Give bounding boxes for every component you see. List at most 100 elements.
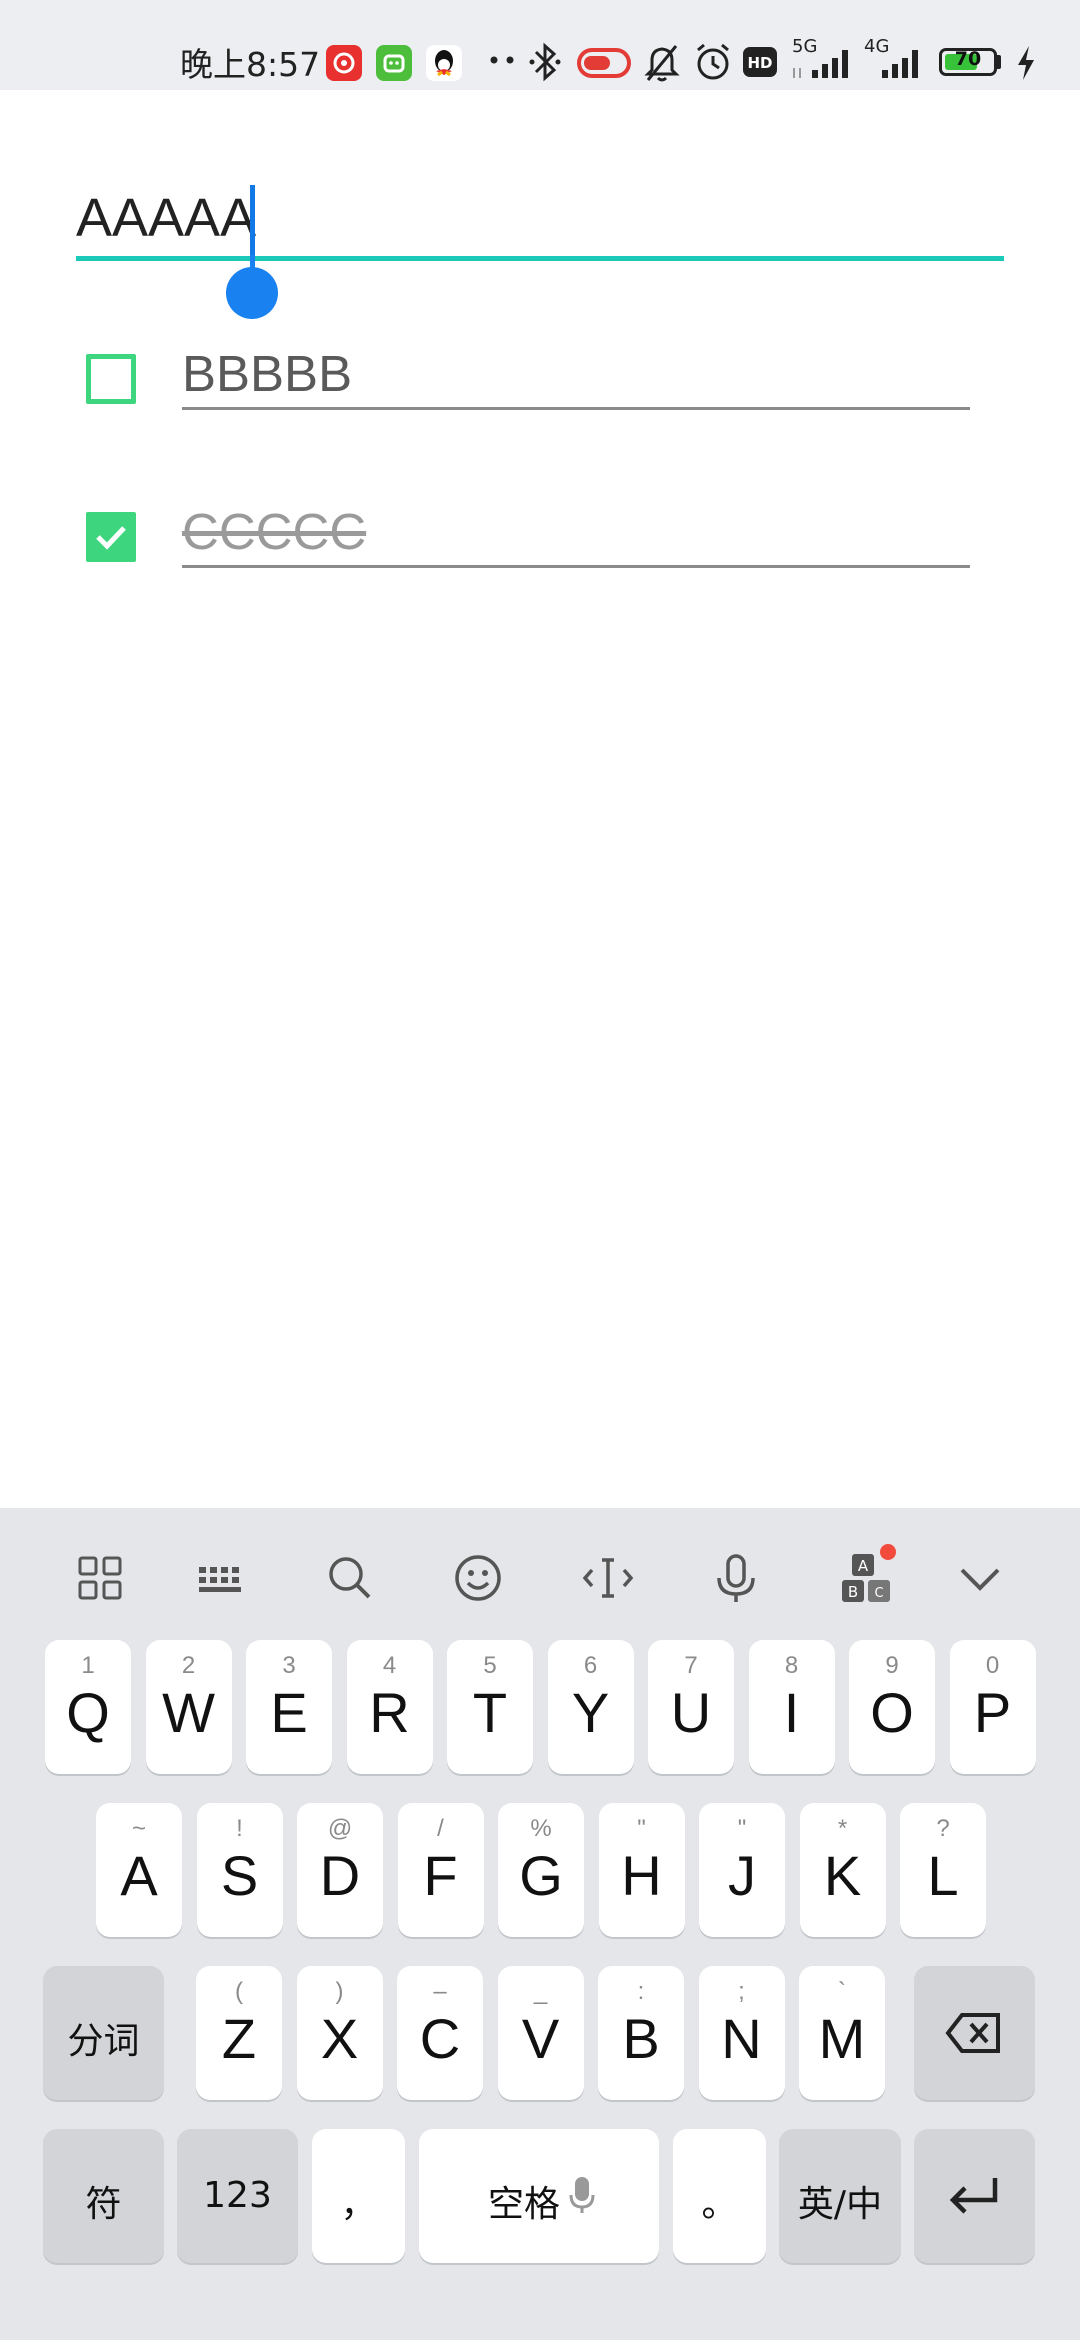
- period-key[interactable]: 。: [673, 2129, 766, 2263]
- todo-text-field[interactable]: BBBBB: [182, 340, 970, 410]
- key-z[interactable]: (Z: [196, 1966, 282, 2100]
- emoji-icon[interactable]: [450, 1550, 506, 1606]
- key-n[interactable]: ; N: [698, 1966, 785, 2100]
- space-mic-icon: [569, 2177, 595, 2213]
- key-p[interactable]: 0P: [949, 1640, 1036, 1774]
- key-y[interactable]: 6Y: [547, 1640, 634, 1774]
- key-label: G: [519, 1844, 563, 1907]
- key-label: X: [320, 2007, 359, 2070]
- key-label: V: [521, 2007, 560, 2070]
- key-s[interactable]: ! S: [196, 1803, 283, 1937]
- lang-zh: 中: [846, 2184, 883, 2225]
- text-cursor: [250, 185, 255, 263]
- key-hint: %: [530, 1815, 552, 1842]
- keyboard-toolbar: AB C: [0, 1508, 1080, 1638]
- key-o[interactable]: 9O: [849, 1640, 935, 1774]
- red-toggle-icon: [576, 46, 632, 84]
- key-k[interactable]: * K: [799, 1803, 886, 1937]
- signal-4g-icon: [862, 42, 928, 86]
- key-r[interactable]: 4R: [346, 1640, 433, 1774]
- key-label: B: [622, 2007, 660, 2070]
- search-icon[interactable]: [322, 1550, 378, 1606]
- svg-text:B: B: [848, 1583, 858, 1601]
- key-label: O: [870, 1681, 914, 1744]
- key-hint: ?: [936, 1815, 950, 1842]
- checkmark-icon: [96, 526, 126, 550]
- key-label: A: [120, 1844, 158, 1907]
- key-label: J: [728, 1844, 756, 1907]
- alarm-icon: [692, 40, 734, 88]
- key-hint: 8: [784, 1652, 799, 1679]
- todo-text[interactable]: BBBBB: [182, 344, 352, 403]
- backspace-key[interactable]: [914, 1966, 1035, 2100]
- key-label: I: [783, 1681, 800, 1744]
- key-label: E: [270, 1681, 308, 1744]
- new-todo-input[interactable]: AAAAA: [76, 175, 1004, 261]
- todo-item: CCCCC: [0, 498, 1080, 598]
- lang-en: 英: [797, 2184, 834, 2225]
- cursor-move-icon[interactable]: [580, 1550, 636, 1606]
- todo-item: BBBBB: [0, 340, 1080, 440]
- key-g[interactable]: % G: [498, 1803, 584, 1937]
- collapse-chevron-icon[interactable]: [952, 1550, 1008, 1606]
- key-q[interactable]: 1Q: [45, 1640, 131, 1774]
- key-label: N: [721, 2007, 762, 2070]
- numbers-key[interactable]: 123: [177, 2129, 298, 2263]
- key-hint: 1: [81, 1652, 95, 1679]
- key-l[interactable]: ? L: [900, 1803, 986, 1937]
- key-label: K: [823, 1844, 862, 1907]
- key-m[interactable]: ` M: [799, 1966, 885, 2100]
- key-hint: ;: [738, 1978, 745, 2005]
- backspace-icon: [945, 2013, 1000, 2053]
- notification-dot: [880, 1544, 896, 1560]
- key-e[interactable]: 3E: [246, 1640, 332, 1774]
- key-i[interactable]: 8I: [748, 1640, 835, 1774]
- key-u[interactable]: 7U: [648, 1640, 734, 1774]
- key-hint: ": [637, 1815, 646, 1842]
- key-label: C: [419, 2007, 461, 2070]
- symbols-key[interactable]: 符: [43, 2129, 164, 2263]
- key-b[interactable]: :B: [598, 1966, 684, 2100]
- key-f[interactable]: / F: [397, 1803, 484, 1937]
- key-hint: ": [737, 1815, 747, 1842]
- enter-icon: [949, 2178, 998, 2214]
- key-label: P: [973, 1681, 1012, 1744]
- grid-menu-icon[interactable]: [72, 1550, 128, 1606]
- key-a[interactable]: ~ A: [96, 1803, 182, 1937]
- keyboard-layout-icon[interactable]: [193, 1550, 249, 1606]
- key-label: H: [621, 1844, 662, 1907]
- language-switch-key[interactable]: 英/中: [779, 2129, 901, 2263]
- bluetooth-icon: [528, 40, 562, 88]
- key-t[interactable]: 5T: [447, 1640, 533, 1774]
- key-label: D: [319, 1844, 361, 1907]
- key-w[interactable]: 2W: [145, 1640, 232, 1774]
- todo-text-field[interactable]: CCCCC: [182, 498, 970, 568]
- key-label: W: [162, 1681, 215, 1744]
- new-todo-text[interactable]: AAAAA: [76, 187, 256, 249]
- microphone-icon[interactable]: [708, 1550, 764, 1606]
- key-c[interactable]: – C: [397, 1966, 483, 2100]
- todo-text-completed[interactable]: CCCCC: [182, 502, 366, 561]
- enter-key[interactable]: [914, 2129, 1035, 2263]
- key-x[interactable]: ) X: [296, 1966, 383, 2100]
- status-bar: 晚上8:57 HD 5G 4G 70: [0, 0, 1080, 90]
- key-h[interactable]: " H: [598, 1803, 685, 1937]
- key-j[interactable]: " J: [699, 1803, 785, 1937]
- todo-checkbox-unchecked[interactable]: [86, 354, 136, 404]
- key-v[interactable]: _ V: [497, 1966, 584, 2100]
- silent-bell-icon: [642, 40, 682, 88]
- space-key[interactable]: 空格: [419, 2129, 659, 2263]
- key-hint: `: [838, 1978, 846, 2005]
- key-hint: _: [533, 1978, 548, 2005]
- qq-icon: [426, 45, 462, 81]
- todo-checkbox-checked[interactable]: [86, 512, 136, 562]
- key-hint: 9: [885, 1652, 899, 1679]
- key-label: Q: [66, 1681, 110, 1744]
- key-d[interactable]: @ D: [297, 1803, 383, 1937]
- hd-icon: HD: [742, 46, 778, 82]
- key-hint: 5: [483, 1652, 497, 1679]
- netease-music-icon: [326, 45, 362, 81]
- cursor-handle[interactable]: [226, 267, 278, 319]
- segment-key[interactable]: 分词: [43, 1966, 164, 2100]
- battery-tip: [997, 55, 1001, 69]
